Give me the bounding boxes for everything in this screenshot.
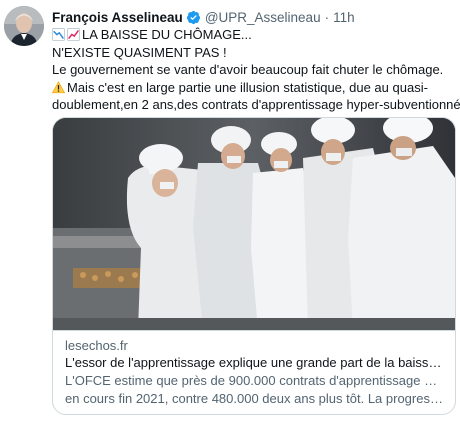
tweet-line-3: Le gouvernement se vante d'avoir beaucou…	[52, 62, 444, 77]
author-name[interactable]: François Asselineau	[52, 10, 183, 25]
chart-increasing-icon	[67, 28, 80, 41]
card-domain: lesechos.fr	[65, 338, 128, 353]
tweet-header: François Asselineau @UPR_Asselineau · 11…	[52, 8, 355, 26]
tweet-line-1-text: LA BAISSE DU CHÔMAGE...	[82, 27, 252, 42]
tweet-line-5: doublement,en 2 ans,des contrats d'appre…	[52, 97, 460, 112]
warning-icon	[52, 80, 65, 94]
tweet-line-1: LA BAISSE DU CHÔMAGE...	[52, 26, 456, 44]
card-image[interactable]	[53, 118, 455, 330]
tweet-timestamp[interactable]: 11h	[333, 10, 355, 25]
tweet[interactable]: François Asselineau @UPR_Asselineau · 11…	[0, 0, 460, 421]
chart-decreasing-icon	[52, 28, 65, 41]
verified-badge-icon	[186, 10, 201, 25]
avatar[interactable]	[4, 6, 44, 46]
separator-dot: ·	[324, 9, 330, 25]
tweet-line-4-text: Mais c'est en large partie une illusion …	[67, 79, 428, 95]
tweet-text: LA BAISSE DU CHÔMAGE... N'EXISTE QUASIME…	[52, 26, 460, 114]
tweet-line-4: Mais c'est en large partie une illusion …	[52, 79, 456, 97]
card-title: L'essor de l'apprentissage explique une …	[65, 355, 443, 370]
author-handle[interactable]: @UPR_Asselineau	[205, 10, 321, 25]
card-text[interactable]: lesechos.fr L'essor de l'apprentissage e…	[53, 330, 455, 414]
link-card[interactable]: lesechos.fr L'essor de l'apprentissage e…	[52, 117, 456, 415]
card-description: L'OFCE estime que près de 900.000 contra…	[65, 372, 443, 408]
tweet-line-2: N'EXISTE QUASIMENT PAS !	[52, 44, 227, 60]
card-description-line-1: L'OFCE estime que près de 900.000 contra…	[65, 373, 443, 388]
card-description-line-2: en cours fin 2021, contre 480.000 deux a…	[65, 391, 443, 406]
